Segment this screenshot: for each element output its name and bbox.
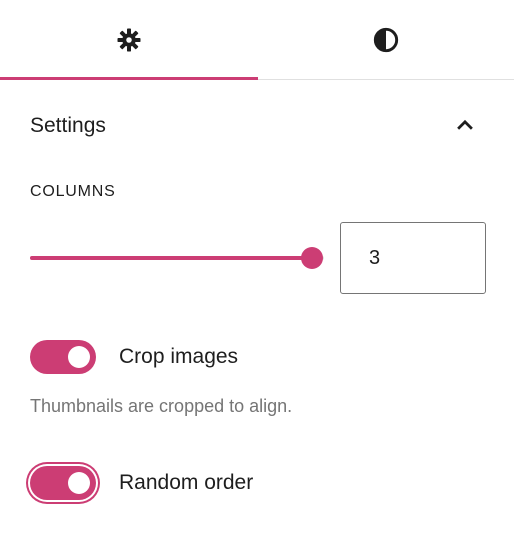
random-order-toggle[interactable] (30, 466, 96, 500)
gear-icon (116, 28, 141, 52)
tab-settings[interactable] (0, 0, 257, 80)
crop-images-label: Crop images (119, 345, 239, 368)
chevron-up-icon[interactable] (450, 110, 480, 140)
crop-images-help: Thumbnails are cropped to align. (30, 396, 293, 416)
tab-styles[interactable] (257, 0, 514, 80)
toggle-knob (68, 346, 90, 368)
crop-images-toggle[interactable] (30, 340, 96, 374)
slider-thumb[interactable] (301, 247, 323, 269)
panel-title: Settings (30, 114, 106, 137)
toggle-knob (68, 472, 90, 494)
columns-label: COLUMNS (30, 183, 116, 200)
sidebar-tabs (0, 0, 514, 80)
random-order-label: Random order (119, 471, 254, 494)
contrast-icon (373, 27, 398, 53)
crop-images-row: Crop images (30, 340, 238, 374)
random-order-row: Random order (30, 466, 253, 500)
columns-slider[interactable] (30, 244, 324, 272)
columns-number-input[interactable] (340, 222, 486, 294)
settings-panel-header[interactable]: Settings (0, 80, 514, 176)
slider-fill (30, 256, 312, 260)
